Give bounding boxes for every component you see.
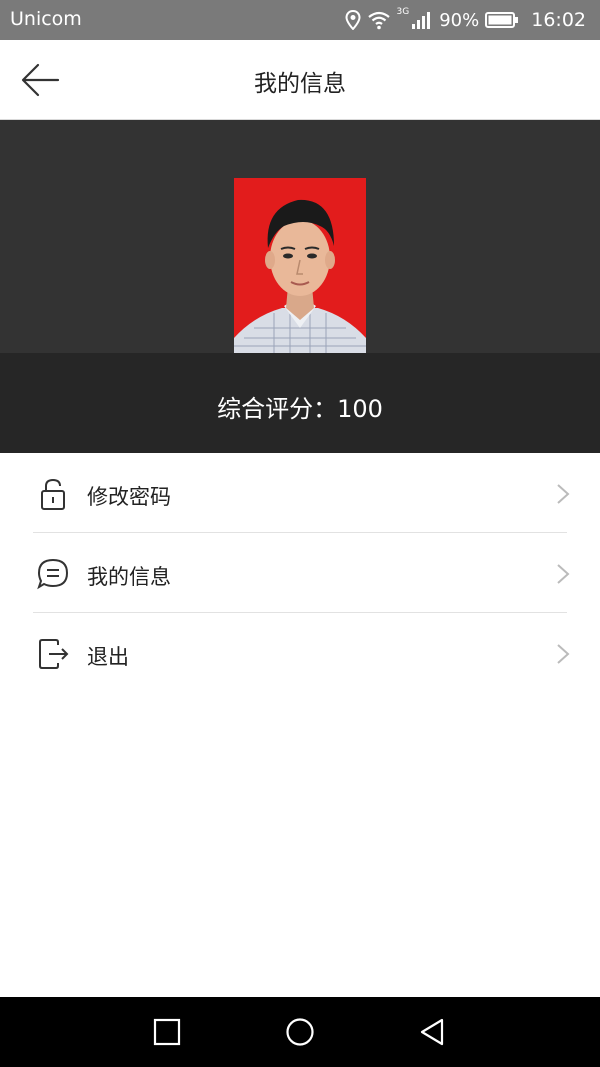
back-icon[interactable]	[418, 1017, 448, 1047]
profile-section	[0, 120, 600, 353]
avatar	[234, 178, 366, 353]
chevron-right-icon	[556, 483, 570, 505]
menu-item-label: 修改密码	[87, 485, 171, 509]
menu-item-label: 我的信息	[87, 565, 171, 589]
lock-icon	[36, 477, 70, 511]
status-icons: 3G 90% 16:02	[345, 7, 586, 33]
signal-icon	[411, 10, 431, 30]
network-badge: 3G	[396, 7, 410, 17]
clock: 16:02	[531, 9, 586, 31]
wifi-icon	[367, 10, 391, 30]
battery-icon	[485, 11, 519, 29]
system-nav-bar	[0, 997, 600, 1067]
chevron-right-icon	[556, 563, 570, 585]
menu-item-logout[interactable]: 退出	[0, 613, 600, 693]
battery-percent: 90%	[439, 9, 480, 31]
logout-icon	[36, 637, 70, 671]
message-icon	[36, 557, 70, 591]
score-text: 综合评分：100	[217, 395, 383, 423]
menu-item-label: 退出	[87, 645, 129, 669]
menu-item-my-info[interactable]: 我的信息	[0, 533, 600, 613]
recent-apps-icon[interactable]	[152, 1017, 182, 1047]
carrier-label: Unicom	[10, 8, 82, 30]
menu-list: 修改密码 我的信息 退出	[0, 453, 600, 693]
score-bar: 综合评分：100	[0, 353, 600, 453]
location-icon	[345, 10, 361, 30]
status-bar: Unicom 3G 90% 16:02	[0, 0, 600, 40]
page-title: 我的信息	[254, 71, 346, 97]
header: 我的信息	[0, 40, 600, 120]
home-icon[interactable]	[285, 1017, 315, 1047]
menu-item-change-password[interactable]: 修改密码	[0, 453, 600, 533]
chevron-right-icon	[556, 643, 570, 665]
